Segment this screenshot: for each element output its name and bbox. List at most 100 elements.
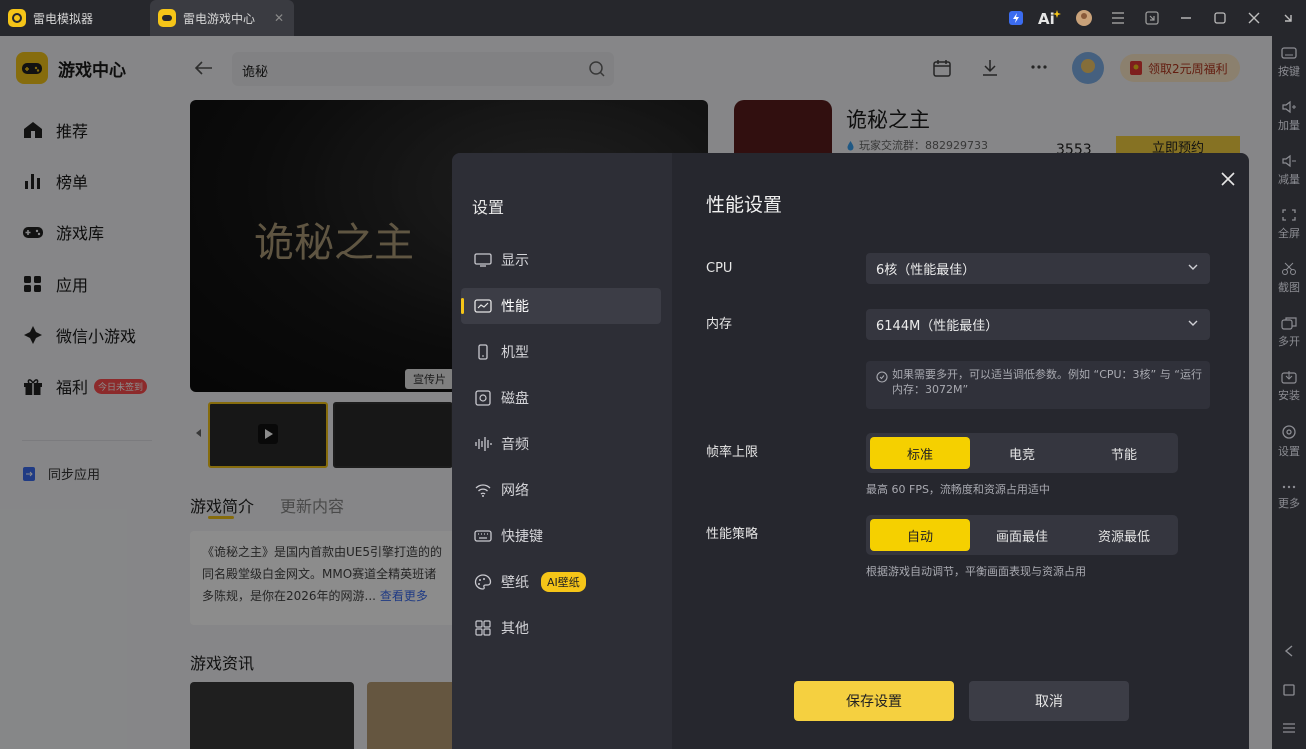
settings-menu-device-model-label: 机型 <box>501 345 529 361</box>
volume-up-label: 加量 <box>1278 119 1300 132</box>
monitor-icon <box>474 253 492 267</box>
settings-menu-display[interactable]: 显示 <box>461 242 661 278</box>
save-settings-button[interactable]: 保存设置 <box>794 681 954 721</box>
menu-icon[interactable] <box>1106 6 1130 30</box>
strategy-option-best-visual[interactable]: 画面最佳 <box>972 519 1072 551</box>
framerate-segmented: 标准 电竞 节能 <box>866 433 1178 473</box>
ai-wallpaper-badge: AI壁纸 <box>541 572 586 592</box>
maximize-icon[interactable] <box>1208 6 1232 30</box>
ai-icon[interactable]: Ai <box>1037 6 1061 30</box>
settings-menu-device-model[interactable]: 机型 <box>461 334 661 370</box>
settings-menu-performance[interactable]: 性能 <box>461 288 661 324</box>
cpu-label: CPU <box>706 261 733 276</box>
more-button[interactable]: 更多 <box>1272 482 1306 511</box>
save-settings-label: 保存设置 <box>846 694 902 710</box>
performance-icon <box>474 299 492 313</box>
settings-dialog: 设置 显示 性能 机型 磁盘 音频 网络 快捷键 壁纸 AI壁纸 其他 性能设置… <box>452 153 1249 749</box>
settings-menu-shortcuts[interactable]: 快捷键 <box>461 518 661 554</box>
multi-instance-label: 多开 <box>1278 335 1300 348</box>
tip-text: 如果需要多开，可以适当调低参数。例如 “CPU：3核” 与 “运行内存：3072… <box>892 368 1202 396</box>
minimize-icon[interactable] <box>1174 6 1198 30</box>
close-window-icon[interactable] <box>1242 6 1266 30</box>
phone-icon <box>478 344 488 360</box>
svg-text:Ai: Ai <box>1038 10 1055 27</box>
info-icon <box>876 371 888 383</box>
settings-menu-display-label: 显示 <box>501 253 529 269</box>
settings-menu-shortcuts-label: 快捷键 <box>501 529 543 545</box>
multi-instance-tip: 如果需要多开，可以适当调低参数。例如 “CPU：3核” 与 “运行内存：3072… <box>866 361 1210 409</box>
cpu-value: 6核（性能最佳） <box>876 263 976 278</box>
memory-value: 6144M（性能最佳） <box>876 319 999 334</box>
install-label: 安装 <box>1278 389 1300 402</box>
settings-menu-wallpaper[interactable]: 壁纸 AI壁纸 <box>461 564 661 600</box>
multi-instance-button[interactable]: 多开 <box>1272 316 1306 349</box>
strategy-label: 性能策略 <box>706 527 759 542</box>
settings-menu-audio[interactable]: 音频 <box>461 426 661 462</box>
fullscreen-button[interactable]: 全屏 <box>1272 208 1306 241</box>
settings-menu-audio-label: 音频 <box>501 437 529 453</box>
keyboard-icon <box>474 530 492 542</box>
disk-icon <box>475 390 491 406</box>
grid-icon <box>475 620 491 636</box>
volume-up-button[interactable]: 加量 <box>1272 100 1306 133</box>
volume-down-label: 减量 <box>1278 173 1300 186</box>
more-label: 更多 <box>1278 497 1300 510</box>
gamepad-logo-icon <box>158 9 176 27</box>
settings-menu-other[interactable]: 其他 <box>461 610 661 646</box>
cancel-label: 取消 <box>1035 694 1063 710</box>
framerate-option-esports[interactable]: 电竞 <box>972 437 1072 469</box>
memory-select[interactable]: 6144M（性能最佳） <box>866 309 1210 340</box>
framerate-note: 最高 60 FPS，流畅度和资源占用适中 <box>866 483 1050 496</box>
framerate-label: 帧率上限 <box>706 445 759 460</box>
home-nav-icon[interactable] <box>1272 684 1306 699</box>
settings-sidebar: 设置 显示 性能 机型 磁盘 音频 网络 快捷键 壁纸 AI壁纸 其他 <box>452 153 672 749</box>
fullscreen-label: 全屏 <box>1278 227 1300 240</box>
settings-menu-wallpaper-label: 壁纸 <box>501 575 529 591</box>
settings-menu-network[interactable]: 网络 <box>461 472 661 508</box>
fullscreen-exit-icon[interactable] <box>1140 6 1164 30</box>
recent-apps-icon[interactable] <box>1272 722 1306 737</box>
strategy-option-min-resource[interactable]: 资源最低 <box>1074 519 1174 551</box>
settings-menu-other-label: 其他 <box>501 621 529 637</box>
wifi-icon <box>475 484 491 497</box>
boost-icon[interactable] <box>1004 6 1028 30</box>
framerate-option-standard[interactable]: 标准 <box>870 437 970 469</box>
title-bar: 雷电模拟器 雷电游戏中心 ✕ Ai <box>0 0 1306 36</box>
close-dialog-icon[interactable] <box>1218 169 1238 189</box>
settings-menu-performance-label: 性能 <box>501 299 529 315</box>
app-logo-icon <box>8 9 26 27</box>
strategy-option-auto[interactable]: 自动 <box>870 519 970 551</box>
screenshot-label: 截图 <box>1278 281 1300 294</box>
collapse-panel-icon[interactable] <box>1276 6 1300 30</box>
tab-emulator-label: 雷电模拟器 <box>33 11 94 26</box>
settings-label: 设置 <box>1278 445 1300 458</box>
settings-sidebar-title: 设置 <box>472 198 505 217</box>
settings-menu-network-label: 网络 <box>501 483 529 499</box>
settings-menu-disk-label: 磁盘 <box>501 391 529 407</box>
settings-button[interactable]: 设置 <box>1272 424 1306 459</box>
cancel-button[interactable]: 取消 <box>969 681 1129 721</box>
tab-game-center-label: 雷电游戏中心 <box>183 11 256 26</box>
strategy-segmented: 自动 画面最佳 资源最低 <box>866 515 1178 555</box>
tab-emulator[interactable]: 雷电模拟器 <box>0 0 148 36</box>
strategy-note: 根据游戏自动调节，平衡画面表现与资源占用 <box>866 565 1086 578</box>
tab-close-icon[interactable]: ✕ <box>274 11 284 25</box>
chevron-down-icon <box>1188 264 1198 270</box>
palette-icon <box>474 574 492 590</box>
screenshot-button[interactable]: 截图 <box>1272 262 1306 295</box>
tab-game-center[interactable]: 雷电游戏中心 ✕ <box>150 0 294 36</box>
keymap-label: 按键 <box>1278 65 1300 78</box>
keymap-button[interactable]: 按键 <box>1272 46 1306 79</box>
chevron-down-icon <box>1188 320 1198 326</box>
user-avatar-icon[interactable] <box>1072 6 1096 30</box>
framerate-option-power-save[interactable]: 节能 <box>1074 437 1174 469</box>
right-toolbar: 按键 加量 减量 全屏 截图 多开 安装 设置 更多 <box>1272 36 1306 749</box>
settings-menu-disk[interactable]: 磁盘 <box>461 380 661 416</box>
back-nav-icon[interactable] <box>1272 644 1306 661</box>
memory-label: 内存 <box>706 317 733 332</box>
dialog-title: 性能设置 <box>706 194 783 216</box>
install-button[interactable]: 安装 <box>1272 370 1306 403</box>
volume-down-button[interactable]: 减量 <box>1272 154 1306 187</box>
audio-wave-icon <box>475 437 492 451</box>
cpu-select[interactable]: 6核（性能最佳） <box>866 253 1210 284</box>
